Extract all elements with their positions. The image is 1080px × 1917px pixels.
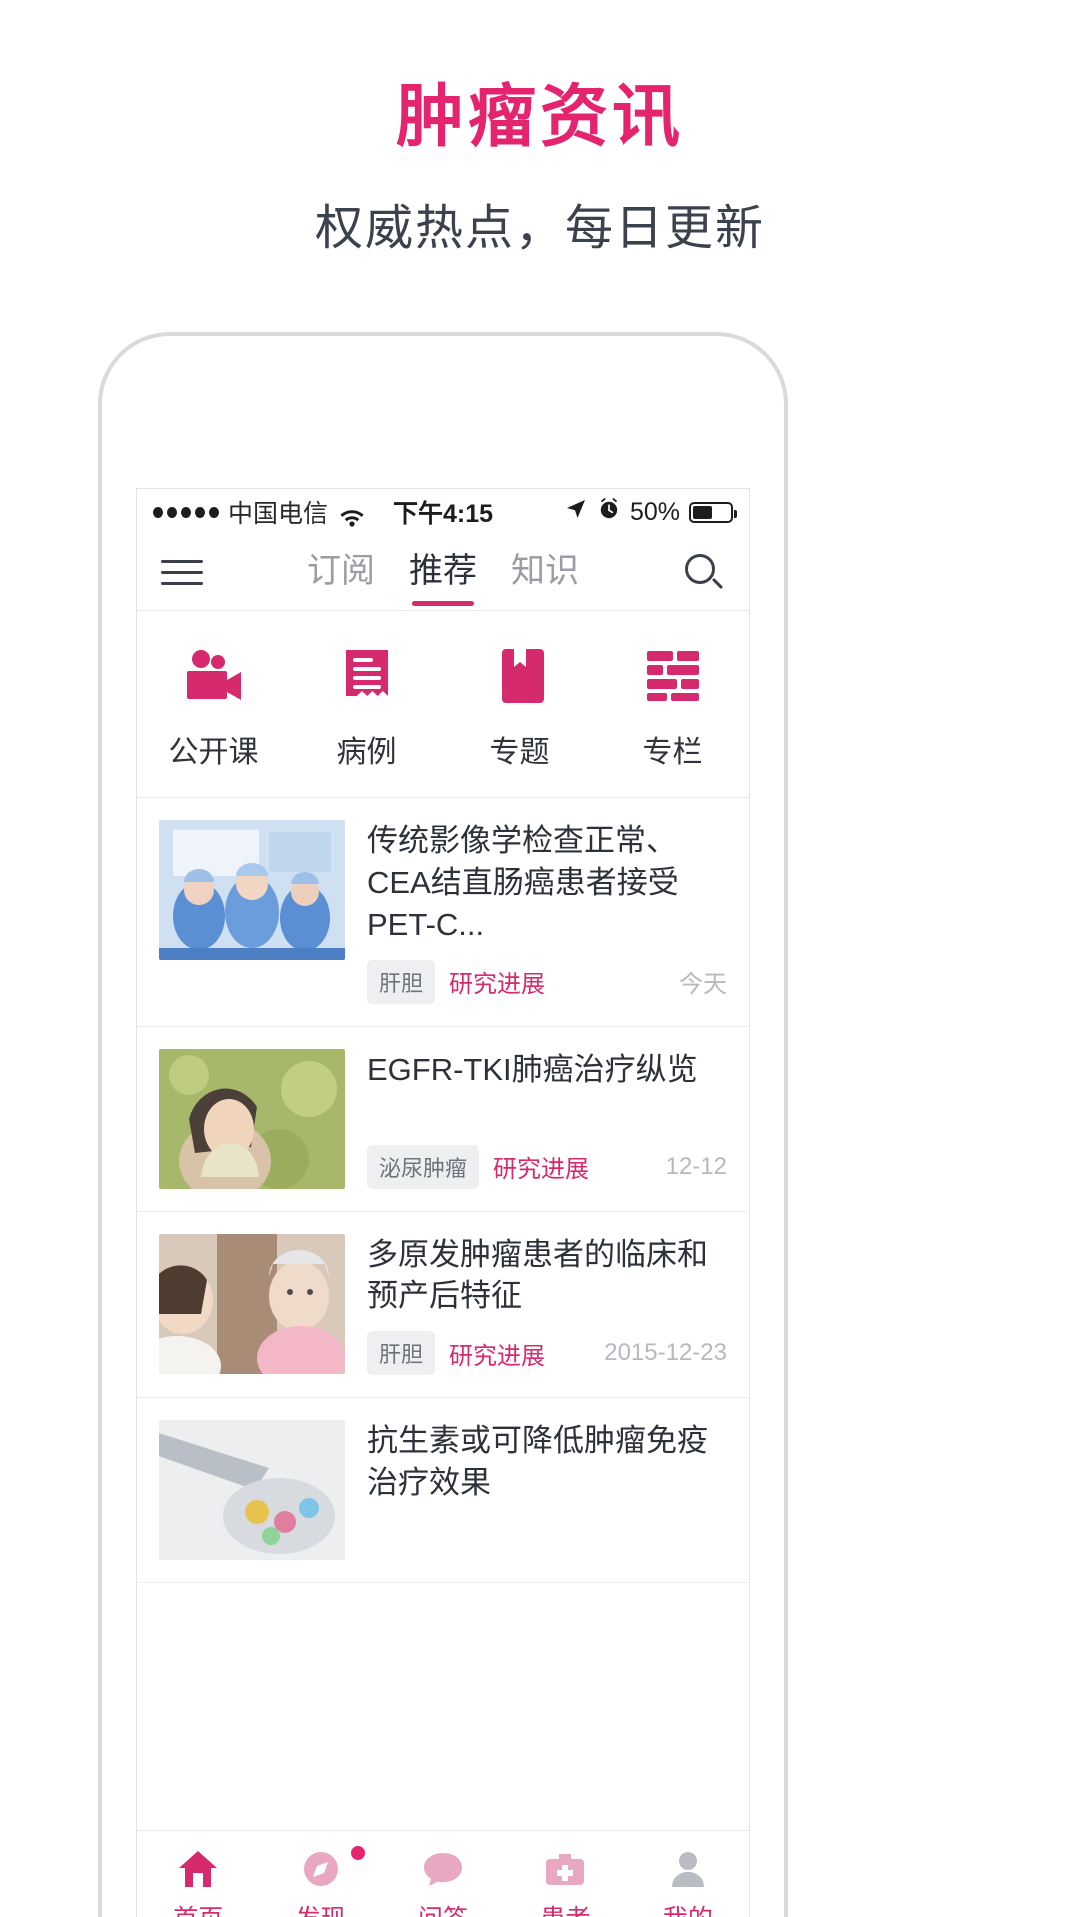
signal-strength-icon xyxy=(153,506,219,518)
category-topic[interactable]: 专题 xyxy=(443,645,596,771)
article-body: 抗生素或可降低肿瘤免疫治疗效果 xyxy=(367,1420,727,1560)
search-icon[interactable] xyxy=(683,552,725,594)
phone-mockup: 中国电信 下午4:15 50% 订阅 推荐 知识 公开课 病例 专题 专栏 传统… xyxy=(98,332,788,1917)
article-thumbnail xyxy=(159,1233,345,1374)
article-list-item[interactable]: 传统影像学检查正常、CEA结直肠癌患者接受PET-C... 肝胆 研究进展 今天 xyxy=(137,798,749,1027)
receipt-document-icon xyxy=(290,645,443,707)
top-tab-list: 订阅 推荐 知识 xyxy=(307,543,579,606)
article-tag: 泌尿肿瘤 xyxy=(367,1144,480,1189)
category-label: 专栏 xyxy=(642,736,703,769)
category-case[interactable]: 病例 xyxy=(290,645,443,771)
bottom-tab-label: 我的 xyxy=(627,1899,749,1917)
alarm-clock-icon xyxy=(597,497,621,528)
article-category: 研究进展 xyxy=(449,1342,546,1370)
bottom-nav-bar: 首页 发现 xyxy=(137,1830,749,1917)
bottom-tab-label: 首页 xyxy=(137,1899,259,1917)
bookmark-book-icon xyxy=(443,645,596,707)
bottom-tab-profile[interactable]: 我的 xyxy=(627,1845,749,1917)
bottom-tab-patient[interactable]: 患者 xyxy=(504,1845,626,1917)
bottom-tab-discover[interactable]: 发现 xyxy=(259,1843,381,1917)
article-thumbnail xyxy=(159,820,345,960)
wifi-icon xyxy=(339,503,365,527)
first-aid-kit-icon xyxy=(504,1845,626,1893)
compass-icon xyxy=(259,1843,381,1893)
article-list-item[interactable]: 多原发肿瘤患者的临床和预产后特征 肝胆 研究进展 2015-12-23 xyxy=(137,1212,749,1399)
category-column[interactable]: 专栏 xyxy=(596,645,749,771)
category-label: 专题 xyxy=(489,736,550,769)
home-icon xyxy=(137,1845,259,1893)
battery-icon xyxy=(689,501,737,523)
bottom-tab-label: 发现 xyxy=(259,1899,381,1917)
category-label: 病例 xyxy=(336,736,397,769)
article-category: 研究进展 xyxy=(449,971,546,999)
battery-percent: 50% xyxy=(629,497,680,526)
article-body: EGFR-TKI肺癌治疗纵览 泌尿肿瘤 研究进展 12-12 xyxy=(367,1049,727,1189)
article-meta: 肝胆 研究进展 今天 xyxy=(367,946,727,1004)
article-tag: 肝胆 xyxy=(367,959,436,1004)
promo-page: 肿瘤资讯 权威热点，每日更新 中国电信 下午4:15 50% 订阅 推荐 知识 … xyxy=(0,0,1080,1917)
tab-subscribe[interactable]: 订阅 xyxy=(307,543,375,602)
tab-knowledge[interactable]: 知识 xyxy=(511,543,579,602)
page-title: 肿瘤资讯 xyxy=(395,79,684,155)
article-title: 多原发肿瘤患者的临床和预产后特征 xyxy=(367,1236,708,1314)
article-list-item[interactable]: EGFR-TKI肺癌治疗纵览 泌尿肿瘤 研究进展 12-12 xyxy=(137,1027,749,1212)
article-body: 多原发肿瘤患者的临床和预产后特征 肝胆 研究进展 2015-12-23 xyxy=(367,1234,727,1376)
app-top-bar: 订阅 推荐 知识 xyxy=(137,535,749,611)
user-profile-icon xyxy=(627,1845,749,1893)
tab-recommend[interactable]: 推荐 xyxy=(409,543,477,606)
article-date: 今天 xyxy=(679,971,727,999)
promo-header: 肿瘤资讯 权威热点，每日更新 xyxy=(0,0,1080,258)
article-meta: 泌尿肿瘤 研究进展 12-12 xyxy=(367,1131,727,1189)
notification-badge xyxy=(347,1843,368,1863)
chat-bubble-icon xyxy=(382,1845,504,1893)
article-date: 12-12 xyxy=(665,1152,727,1180)
carrier-name: 中国电信 xyxy=(228,500,329,528)
category-label: 公开课 xyxy=(168,736,259,769)
bottom-tab-home[interactable]: 首页 xyxy=(137,1845,259,1917)
article-tag: 肝胆 xyxy=(367,1331,436,1376)
category-open-course[interactable]: 公开课 xyxy=(137,645,290,771)
status-bar-right: 50% xyxy=(564,497,737,528)
category-shortcut-row: 公开课 病例 专题 专栏 xyxy=(137,611,749,798)
hamburger-menu-icon[interactable] xyxy=(161,560,203,585)
article-list-item[interactable]: 抗生素或可降低肿瘤免疫治疗效果 xyxy=(137,1398,749,1584)
article-meta: 肝胆 研究进展 2015-12-23 xyxy=(367,1317,727,1376)
status-bar-left: 中国电信 xyxy=(153,494,365,530)
bottom-tab-label: 患者 xyxy=(504,1899,626,1917)
page-subtitle: 权威热点，每日更新 xyxy=(314,202,765,256)
article-title: 传统影像学检查正常、CEA结直肠癌患者接受PET-C... xyxy=(367,823,679,942)
article-title: 抗生素或可降低肿瘤免疫治疗效果 xyxy=(367,1423,708,1501)
location-arrow-icon xyxy=(564,497,588,528)
article-date: 2015-12-23 xyxy=(604,1339,727,1367)
video-camera-icon xyxy=(137,645,290,707)
article-category: 研究进展 xyxy=(493,1156,590,1184)
bottom-tab-qa[interactable]: 问答 xyxy=(382,1845,504,1917)
article-body: 传统影像学检查正常、CEA结直肠癌患者接受PET-C... 肝胆 研究进展 今天 xyxy=(367,820,727,1004)
article-list: 传统影像学检查正常、CEA结直肠癌患者接受PET-C... 肝胆 研究进展 今天 xyxy=(137,798,749,1584)
bottom-tab-label: 问答 xyxy=(382,1899,504,1917)
article-title: EGFR-TKI肺癌治疗纵览 xyxy=(367,1051,698,1087)
phone-screen: 中国电信 下午4:15 50% 订阅 推荐 知识 公开课 病例 专题 专栏 传统… xyxy=(136,488,750,1917)
article-thumbnail xyxy=(159,1048,345,1189)
article-thumbnail xyxy=(159,1420,345,1561)
columns-grid-icon xyxy=(596,645,749,707)
status-bar: 中国电信 下午4:15 50% xyxy=(137,489,749,535)
